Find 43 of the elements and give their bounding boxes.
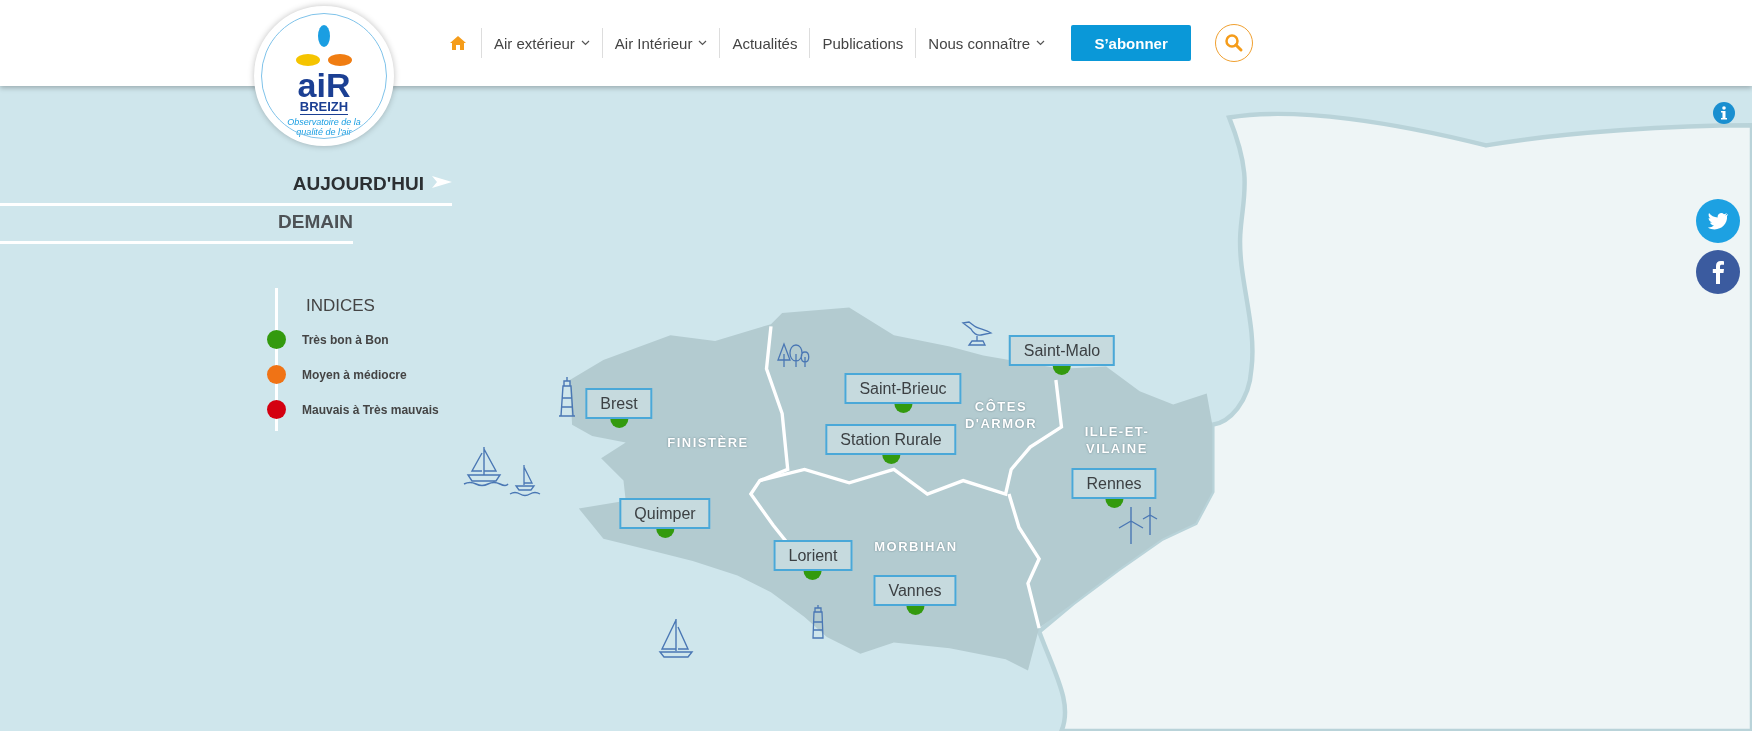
nav-link[interactable]: Actualités: [730, 30, 800, 56]
petals-icon: [294, 24, 354, 68]
sailboat-icon: [462, 445, 510, 489]
caret-icon: [580, 40, 590, 46]
logo-name: BREIZH: [299, 100, 349, 115]
nav-link[interactable]: Publications: [820, 30, 906, 56]
seagull-icon: [961, 319, 995, 347]
logo-wordmark: aiR: [297, 70, 351, 100]
sailboat-icon: [656, 617, 696, 661]
lighthouse-icon: [811, 604, 825, 640]
region-label: CÔTES D'ARMOR: [963, 398, 1039, 432]
legend-title: INDICES: [306, 296, 376, 316]
info-icon[interactable]: [1713, 102, 1735, 124]
trees-icon: [776, 342, 810, 368]
logo-tagline: Observatoire de la qualité de l'air: [286, 117, 362, 137]
station-label[interactable]: Brest: [585, 388, 653, 419]
station-label[interactable]: Rennes: [1071, 468, 1157, 499]
day-tab[interactable]: AUJOURD'HUI: [0, 168, 452, 206]
station-label[interactable]: Saint-Malo: [1008, 335, 1116, 366]
caret-icon: [1036, 40, 1046, 46]
station-label[interactable]: Lorient: [773, 540, 853, 571]
caret-icon: [698, 40, 708, 46]
region-label: MORBIHAN: [873, 537, 959, 555]
legend-label: Mauvais à Très mauvais: [302, 402, 439, 417]
search-button[interactable]: [1215, 24, 1254, 62]
search-icon: [1224, 33, 1245, 53]
nav-link[interactable]: Nous connaître: [926, 30, 1048, 56]
legend-label: Très bon à Bon: [302, 332, 389, 347]
lighthouse-icon: [558, 376, 576, 418]
arrow-icon: [432, 175, 452, 188]
station-label[interactable]: Saint-Brieuc: [844, 373, 962, 404]
station-label[interactable]: Quimper: [619, 498, 711, 529]
nav-link[interactable]: Air extérieur: [492, 30, 592, 56]
facebook-icon[interactable]: [1696, 250, 1740, 294]
twitter-icon[interactable]: [1696, 199, 1740, 243]
sailboat-icon: [508, 463, 542, 497]
region-label: ILLE-ET-VILAINE: [1083, 423, 1151, 457]
nav-link[interactable]: Air Intérieur: [612, 30, 710, 56]
legend-label: Moyen à médiocre: [302, 367, 407, 382]
station-label[interactable]: Station Rurale: [825, 424, 957, 455]
region-label: FINISTÈRE: [666, 433, 750, 451]
day-tab[interactable]: DEMAIN: [0, 206, 353, 244]
station-label[interactable]: Vannes: [873, 575, 957, 606]
